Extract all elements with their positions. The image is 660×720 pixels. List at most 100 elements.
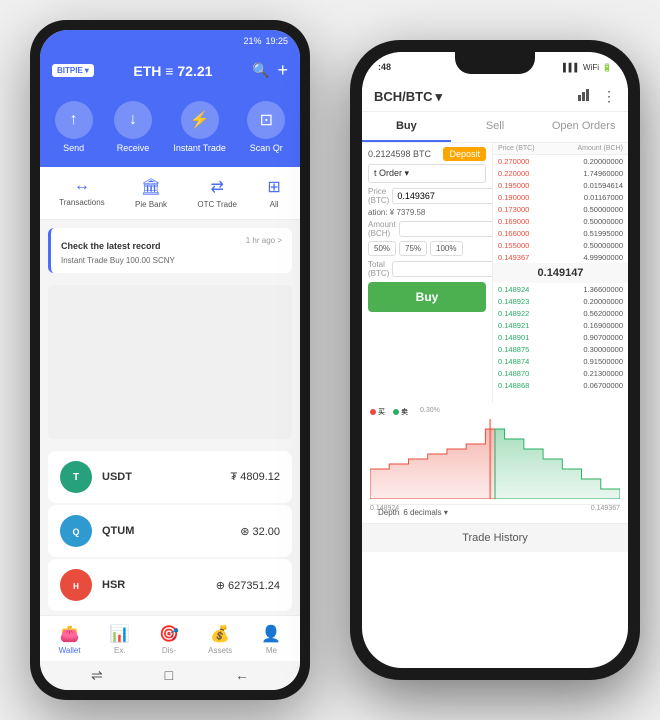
price-input[interactable] (392, 188, 493, 204)
trading-tabs: Buy Sell Open Orders (362, 112, 628, 143)
chart-icon[interactable] (578, 88, 592, 105)
exchange-nav-item[interactable]: 📊 Ex. (110, 624, 130, 655)
chart-x-label-left: 0.148924 (370, 505, 399, 512)
order-price: 0.173000 (498, 205, 529, 214)
header-icons: 🔍 + (252, 60, 288, 81)
trade-history-button[interactable]: Trade History (362, 523, 628, 552)
home-button[interactable]: □ (165, 667, 173, 684)
usdt-icon: T (60, 461, 92, 493)
usdt-balance: ₮ 4809.12 (230, 471, 280, 483)
pie-bank-menu-item[interactable]: 🏛 Pie Bank (135, 177, 167, 209)
order-amount: 1.74960000 (583, 169, 623, 178)
chart-legend: 买 卖 0.30% (370, 407, 620, 417)
bitpie-logo[interactable]: BITPIE ▾ (52, 64, 94, 77)
list-item[interactable]: T USDT ₮ 4809.12 (48, 451, 292, 503)
orderbook-header: Price (BTC) Amount (BCH) (493, 143, 628, 155)
order-amount: 0.21300000 (583, 369, 623, 378)
otc-trade-icon: ⇄ (211, 177, 224, 197)
order-amount: 0.20000000 (583, 157, 623, 166)
receive-button[interactable]: ↓ Receive (114, 101, 152, 153)
order-amount: 0.01167000 (584, 193, 623, 202)
notification-subtitle: Instant Trade Buy 100.00 SCNY (61, 256, 282, 265)
price-col-header: Price (BTC) (498, 145, 535, 152)
order-price: 0.148923 (498, 297, 529, 306)
trading-header: BCH/BTC ▾ ⋮ (362, 82, 628, 112)
android-header: BITPIE ▾ ETH ≡ 72.21 🔍 + (40, 52, 300, 93)
notification-bar[interactable]: Check the latest record 1 hr ago > Insta… (48, 228, 292, 273)
order-amount: 0.06700000 (583, 381, 623, 390)
android-hw-buttons: ⇌ □ ← (40, 661, 300, 690)
list-item[interactable]: Q QTUM ⊛ 32.00 (48, 505, 292, 557)
sell-order-row: 0.173000 0.50000000 (493, 203, 628, 215)
order-amount: 0.50000000 (583, 241, 623, 250)
sell-order-row: 0.1690000.50000000 (493, 215, 628, 227)
time-text: 19:25 (265, 36, 288, 46)
total-input[interactable] (392, 261, 493, 277)
android-phone: 21% 19:25 BITPIE ▾ ETH ≡ 72.21 🔍 + ↑ (30, 20, 310, 700)
receive-label: Receive (117, 143, 150, 153)
recents-button[interactable]: ← (235, 667, 249, 684)
empty-content-area (48, 285, 292, 439)
order-type-selector[interactable]: t Order ▾ (368, 164, 486, 183)
chart-canvas: 0.148924 0.149367 (370, 419, 620, 504)
order-amount: 0.50000000 (583, 205, 623, 214)
order-price: 0.148875 (498, 345, 529, 354)
tab-sell[interactable]: Sell (451, 112, 540, 142)
wallet-nav-item[interactable]: 👛 Wallet (59, 624, 81, 655)
pct-100-button[interactable]: 100% (430, 241, 462, 256)
iphone-status-area: :48 ▌▌▌ WiFi 🔋 (362, 52, 628, 82)
send-label: Send (63, 143, 84, 153)
iphone-status-right: ▌▌▌ WiFi 🔋 (563, 63, 612, 72)
tab-open-orders[interactable]: Open Orders (539, 112, 628, 142)
send-button[interactable]: ↑ Send (55, 101, 93, 153)
amount-input[interactable] (399, 221, 493, 237)
qtum-name: QTUM (102, 525, 230, 537)
sell-order-row: 0.1900000.01167000 (493, 191, 628, 203)
transactions-menu-item[interactable]: ↔ Transactions (59, 177, 105, 209)
order-price: 0.155000 (498, 241, 529, 250)
order-amount: 0.51995000 (583, 229, 623, 238)
hsr-icon: H (60, 569, 92, 601)
order-amount: 0.30000000 (583, 345, 623, 354)
scan-qr-label: Scan Qr (250, 143, 283, 153)
iphone-screen: :48 ▌▌▌ WiFi 🔋 BCH/BTC ▾ ⋮ (362, 52, 628, 668)
amount-label: Amount (BCH) (368, 220, 396, 238)
balance-display: 0.2124598 BTC (368, 149, 443, 159)
iphone-notch (455, 52, 535, 74)
signal-icon: ▌▌▌ (563, 63, 580, 72)
search-icon[interactable]: 🔍 (252, 62, 269, 79)
all-menu-item[interactable]: ⊞ All (267, 177, 280, 209)
add-icon[interactable]: + (277, 60, 288, 81)
discover-nav-item[interactable]: 🎯 Dis- (159, 624, 179, 655)
scan-qr-button[interactable]: ⊡ Scan Qr (247, 101, 285, 153)
pct-75-button[interactable]: 75% (399, 241, 427, 256)
send-icon: ↑ (55, 101, 93, 139)
sell-legend-dot (393, 409, 399, 415)
pct-50-button[interactable]: 50% (368, 241, 396, 256)
order-price: 0.220000 (498, 169, 529, 178)
iphone-time: :48 (378, 62, 391, 72)
instant-trade-button[interactable]: ⚡ Instant Trade (173, 101, 226, 153)
me-nav-item[interactable]: 👤 Me (261, 624, 281, 655)
more-icon[interactable]: ⋮ (602, 88, 616, 105)
buy-order-row: 0.1489210.16900000 (493, 319, 628, 331)
discover-label: Dis- (162, 646, 176, 655)
back-button[interactable]: ⇌ (91, 667, 103, 684)
order-amount: 1.36600000 (583, 285, 623, 294)
qtum-icon: Q (60, 515, 92, 547)
tab-buy[interactable]: Buy (362, 112, 451, 142)
otc-trade-menu-item[interactable]: ⇄ OTC Trade (197, 177, 237, 209)
scene: 21% 19:25 BITPIE ▾ ETH ≡ 72.21 🔍 + ↑ (0, 0, 660, 720)
sell-order-row: 0.1950000.01594614 (493, 179, 628, 191)
assets-nav-item[interactable]: 💰 Assets (208, 624, 232, 655)
me-icon: 👤 (261, 624, 281, 644)
sell-order-row: 0.2700000.20000000 (493, 155, 628, 167)
deposit-button[interactable]: Deposit (443, 147, 486, 161)
buy-order-row: 0.1488700.21300000 (493, 367, 628, 379)
trading-pair[interactable]: BCH/BTC ▾ (374, 89, 570, 105)
list-item[interactable]: H HSR ⊕ 627351.24 (48, 559, 292, 611)
buy-button[interactable]: Buy (368, 282, 486, 312)
sell-order-row: 0.220000 1.74960000 (493, 167, 628, 179)
order-amount: 0.20000000 (583, 297, 623, 306)
mid-price: 0.149147 (493, 263, 628, 283)
